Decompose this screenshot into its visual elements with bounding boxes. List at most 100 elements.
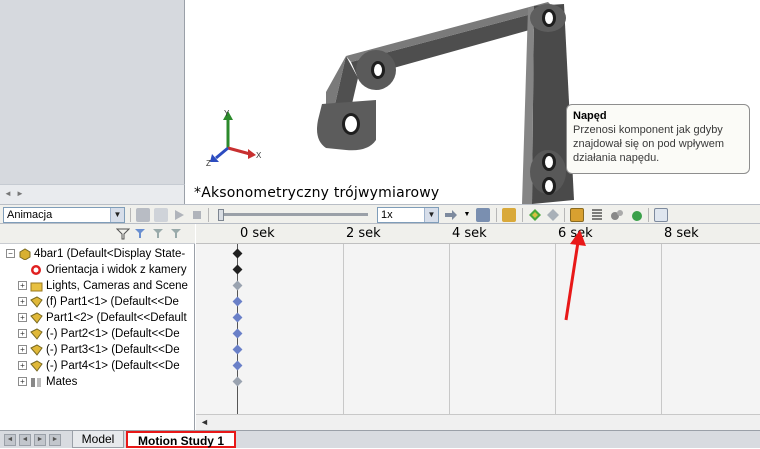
tree-item-label: Mates [46, 376, 78, 388]
tree-item-part[interactable]: + Part1<2> (Default<<Default [6, 310, 194, 326]
study-type-value: Animacja [7, 209, 53, 221]
tree-item-part[interactable]: + (f) Part1<1> (Default<<De [6, 294, 194, 310]
tree-item-label: (f) Part1<1> (Default<<De [46, 296, 179, 308]
gravity-icon[interactable] [630, 208, 644, 222]
tree-item-label: 4bar1 (Default<Display State- [34, 248, 186, 260]
keyframe-marker[interactable] [232, 360, 243, 371]
tree-filter-toolbar [0, 224, 195, 244]
motor-tooltip: Napęd Przenosi komponent jak gdyby znajd… [566, 104, 750, 174]
prev-tab-icon[interactable]: ◄ [19, 434, 31, 446]
tree-item-label: Orientacja i widok z kamery [46, 264, 187, 276]
tree-item-orientation[interactable]: Orientacja i widok z kamery [6, 262, 194, 278]
tree-item-label: Lights, Cameras and Scene [46, 280, 188, 292]
tree-item-label: (-) Part3<1> (Default<<De [46, 344, 180, 356]
animation-wizard-icon[interactable] [502, 208, 516, 222]
playback-speed-value: 1x [381, 209, 393, 221]
filter-selected-icon[interactable] [170, 227, 184, 241]
tree-item-mates[interactable]: + Mates [6, 374, 194, 390]
axis-x-label: X [256, 151, 262, 160]
assembly-icon [18, 248, 31, 261]
stop-icon[interactable] [190, 208, 204, 222]
keyframe-marker[interactable] [232, 248, 243, 259]
lights-folder-icon [30, 280, 43, 292]
part-icon [30, 344, 43, 356]
timeline-gridline [343, 244, 344, 414]
play-from-start-icon[interactable] [154, 208, 168, 222]
study-type-select[interactable]: Animacja ▼ [3, 207, 125, 223]
expand-icon[interactable]: + [18, 297, 27, 307]
timeline-tick: 4 sek [452, 226, 487, 241]
first-tab-icon[interactable]: ◄ [4, 434, 16, 446]
toolbar-separator [130, 208, 131, 222]
filter-animated-icon[interactable] [134, 227, 148, 241]
motion-manager-toolbar: Animacja ▼ 1x ▼ ▼ [0, 204, 760, 224]
axis-y-label: Y [224, 109, 230, 118]
tree-item-label: Part1<2> (Default<<Default [46, 312, 187, 324]
expand-icon[interactable]: + [18, 377, 27, 387]
mates-icon [30, 376, 43, 388]
playback-mode-icon[interactable] [444, 208, 458, 222]
keyframe-marker[interactable] [232, 296, 243, 307]
part-icon [30, 328, 43, 340]
filter-icon[interactable] [115, 227, 131, 241]
timeline-gridline [449, 244, 450, 414]
play-icon[interactable] [172, 208, 186, 222]
playback-slider-thumb[interactable] [218, 209, 224, 221]
expand-icon[interactable]: + [18, 313, 27, 323]
keyframe-marker[interactable] [232, 280, 243, 291]
motion-tree-panel: − 4bar1 (Default<Display State- Orientacj… [0, 224, 195, 430]
timeline-gridline [661, 244, 662, 414]
toolbar-separator [648, 208, 649, 222]
tree-item-part[interactable]: + (-) Part4<1> (Default<<De [6, 358, 194, 374]
part-icon [30, 296, 43, 308]
expand-icon[interactable]: + [18, 345, 27, 355]
chevron-down-icon[interactable]: ▼ [424, 208, 438, 222]
tree-item-assembly[interactable]: − 4bar1 (Default<Display State- [6, 246, 194, 262]
timeline-area[interactable]: 0 sek 2 sek 4 sek 6 sek 8 sek [196, 224, 760, 414]
expand-icon[interactable]: + [18, 361, 27, 371]
timeline-scrollbar[interactable]: ◄ [196, 414, 760, 430]
playback-speed-select[interactable]: 1x ▼ [377, 207, 439, 223]
calculate-icon[interactable] [136, 208, 150, 222]
view-orientation-label: *Aksonometryczny trójwymiarowy [194, 185, 440, 201]
playback-mode-dropdown-icon[interactable]: ▼ [460, 208, 474, 222]
save-animation-icon[interactable] [476, 208, 490, 222]
keyframe-marker[interactable] [232, 264, 243, 275]
chevron-down-icon[interactable]: ▼ [110, 208, 124, 222]
feature-manager-panel [0, 0, 185, 184]
autokey-icon[interactable] [528, 208, 542, 222]
keyframe-marker[interactable] [232, 376, 243, 387]
results-and-plots-icon[interactable] [654, 208, 668, 222]
part-icon [30, 312, 43, 324]
timeline-tick: 0 sek [240, 226, 275, 241]
orientation-icon [30, 264, 43, 276]
expand-icon[interactable]: + [18, 329, 27, 339]
part-icon [30, 360, 43, 372]
next-tab-icon[interactable]: ► [34, 434, 46, 446]
toolbar-separator [522, 208, 523, 222]
timeline-ruler[interactable]: 0 sek 2 sek 4 sek 6 sek 8 sek [196, 224, 760, 244]
last-tab-icon[interactable]: ► [49, 434, 61, 446]
tooltip-body: Przenosi komponent jak gdyby znajdował s… [573, 124, 725, 164]
filter-driving-icon[interactable] [152, 227, 166, 241]
keyframe-marker[interactable] [232, 344, 243, 355]
annotation-arrow [564, 230, 586, 321]
keyframe-marker[interactable] [232, 328, 243, 339]
contact-icon[interactable] [610, 208, 624, 222]
collapse-icon[interactable]: − [6, 249, 15, 259]
tree-item-part[interactable]: + (-) Part3<1> (Default<<De [6, 342, 194, 358]
playback-slider-track[interactable] [218, 213, 368, 216]
expand-icon[interactable]: + [18, 281, 27, 291]
axis-z-label: Z [206, 159, 211, 168]
spring-icon[interactable] [590, 208, 604, 222]
tree-item-part[interactable]: + (-) Part2<1> (Default<<De [6, 326, 194, 342]
tree-item-lights[interactable]: + Lights, Cameras and Scene [6, 278, 194, 294]
timeline-tick: 8 sek [664, 226, 699, 241]
motor-icon[interactable] [570, 208, 584, 222]
scroll-left-icon[interactable]: ◄ [200, 417, 209, 427]
timeline-gridline [555, 244, 556, 414]
keyframe-marker[interactable] [232, 312, 243, 323]
add-key-icon[interactable] [546, 208, 560, 222]
tab-model[interactable]: Model [72, 431, 124, 448]
tab-motion-study[interactable]: Motion Study 1 [126, 431, 236, 448]
